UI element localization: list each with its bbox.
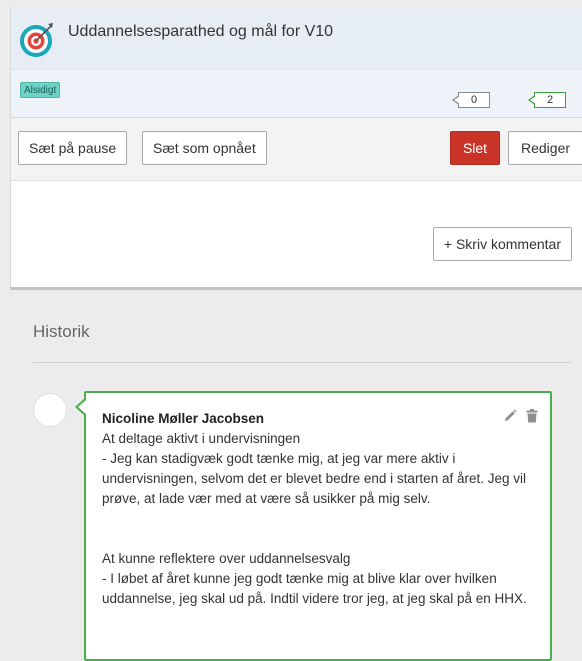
goal-title: Uddannelsesparathed og mål for V10 [68, 23, 334, 40]
goal-meta-row: Alsidigt 0 2 [11, 70, 582, 118]
pause-button[interactable]: Sæt på pause [18, 131, 128, 165]
trash-icon[interactable] [526, 409, 538, 428]
history-title: Historik [33, 322, 90, 341]
history-section: Historik Nicoline Møller Jacobsen At del… [10, 287, 582, 661]
comment-count-badge[interactable]: 0 [452, 92, 490, 108]
comment-area: + Skriv kommentar [11, 181, 582, 286]
history-entry: Nicoline Møller Jacobsen At deltage akti… [75, 391, 552, 661]
edit-button[interactable]: Rediger [508, 131, 582, 165]
entry-text: At deltage aktivt i undervisningen - Jeg… [102, 431, 527, 606]
write-comment-button[interactable]: + Skriv kommentar [432, 227, 572, 261]
entry-author: Nicoline Møller Jacobsen [102, 411, 265, 426]
category-tag[interactable]: Alsidigt [20, 82, 61, 98]
delete-button[interactable]: Slet [450, 131, 500, 165]
target-icon [19, 22, 55, 58]
mark-achieved-button[interactable]: Sæt som opnået [142, 131, 267, 165]
goal-toolbar: Sæt på pause Sæt som opnået Slet Rediger [11, 118, 582, 181]
entry-actions [503, 409, 538, 428]
goal-card: Uddannelsesparathed og mål for V10 Alsid… [10, 7, 582, 287]
avatar [33, 393, 67, 427]
goal-header: Uddannelsesparathed og mål for V10 [11, 7, 582, 70]
history-divider [33, 362, 571, 363]
pencil-icon[interactable] [503, 409, 517, 428]
history-count-badge[interactable]: 2 [528, 92, 566, 108]
